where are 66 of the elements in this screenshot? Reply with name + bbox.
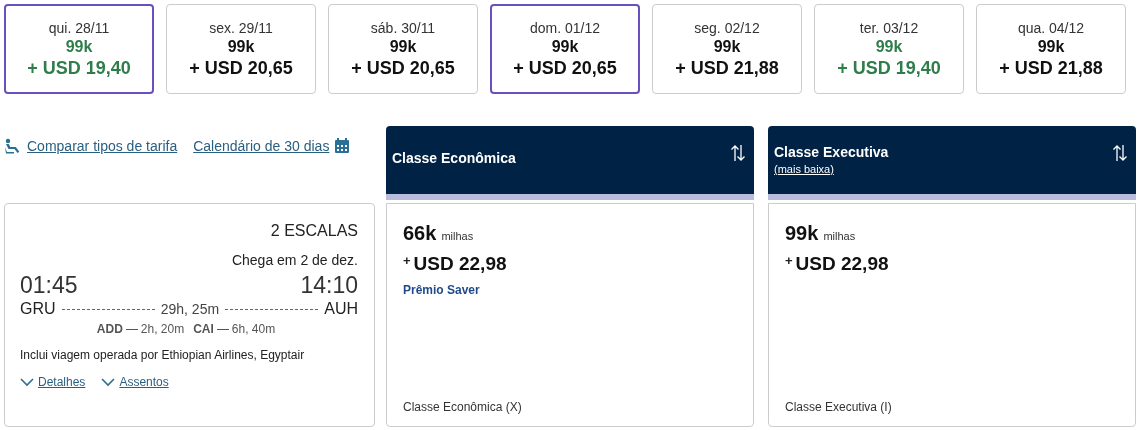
miles-value: 99k [1037,37,1065,56]
fare-card[interactable]: 66k milhas +USD 22,98 Prêmio Saver Classe Econômica (X) [386,203,754,427]
date-label: ter. 03/12 [859,19,919,36]
price-value: + USD 20,65 [513,57,617,79]
date-price-card[interactable]: sex. 29/11 99k + USD 20,65 [166,4,316,94]
cabin-label: Classe Econômica (X) [403,400,523,414]
sort-icon [1112,144,1128,162]
fare-header[interactable]: Classe Econômica [386,126,754,194]
price-value: + USD 19,40 [27,57,131,79]
date-price-card[interactable]: sáb. 30/11 99k + USD 20,65 [328,4,478,94]
date-label: sáb. 30/11 [370,19,436,36]
price-value: + USD 21,88 [675,57,779,79]
origin-code: GRU [20,300,56,318]
fare-type-label: Prêmio Saver [403,283,481,297]
lowest-link[interactable]: (mais baixa) [774,163,889,175]
price-value: USD 22,98 [795,253,889,275]
miles-value: 99k [785,222,819,245]
date-label: qui. 28/11 [48,19,110,36]
fare-header[interactable]: Classe Executiva (mais baixa) [768,126,1136,194]
fare-title: Classe Econômica [392,150,516,166]
fare-title: Classe Executiva [774,144,889,160]
miles-value: 99k [389,37,417,56]
miles-value: 99k [65,37,93,56]
calendar-icon [334,138,351,154]
layover-airport: ADD [96,322,123,336]
fare-card[interactable]: 99k milhas +USD 22,98 Classe Executiva (I) [768,203,1136,427]
plus-sign: + [785,253,793,268]
destination-code: AUH [324,300,358,318]
date-price-card[interactable]: qui. 28/11 99k + USD 19,40 [4,4,154,94]
stops-label: 2 ESCALAS [269,222,358,240]
date-label: sex. 29/11 [209,19,273,36]
arrival-time: 14:10 [300,272,358,299]
date-price-card[interactable]: dom. 01/12 99k + USD 20,65 [490,4,640,94]
miles-value: 66k [403,222,437,245]
miles-value: 99k [875,37,903,56]
sort-icon [730,144,746,162]
date-price-card[interactable]: seg. 02/12 99k + USD 21,88 [652,4,802,94]
price-value: + USD 20,65 [189,57,293,79]
miles-value: 99k [713,37,741,56]
date-label: seg. 02/12 [694,19,760,36]
departure-time: 01:45 [20,272,78,299]
arrival-note: Chega em 2 de dez. [230,252,358,268]
miles-unit: milhas [823,230,856,242]
details-link[interactable]: Detalhes [38,375,86,389]
miles-unit: milhas [441,230,474,242]
price-value: + USD 19,40 [837,57,941,79]
tool-link[interactable]: Calendário de 30 dias [193,138,330,154]
date-price-card[interactable]: qua. 04/12 99k + USD 21,88 [976,4,1126,94]
price-value: USD 22,98 [413,253,507,275]
price-value: + USD 21,88 [999,57,1103,79]
operator-note: Inclui viagem operada por Ethiopian Airlines, Egyptair [20,348,306,362]
plus-sign: + [403,253,411,268]
miles-value: 99k [551,37,579,56]
seat-icon [4,138,22,154]
cabin-label: Classe Executiva (I) [785,400,893,414]
tool-link[interactable]: Comparar tipos de tarifa [27,138,178,154]
details-link[interactable]: Assentos [119,375,169,389]
date-label: qua. 04/12 [1017,19,1085,36]
layover-airport: CAI [193,322,214,336]
date-label: dom. 01/12 [529,19,601,36]
layover-duration: 2h, 20m [140,322,185,336]
duration-text: 29h, 25m [160,301,220,317]
date-price-card[interactable]: ter. 03/12 99k + USD 19,40 [814,4,964,94]
price-value: + USD 20,65 [351,57,455,79]
miles-value: 99k [227,37,255,56]
layover-duration: 6h, 40m [231,322,276,336]
